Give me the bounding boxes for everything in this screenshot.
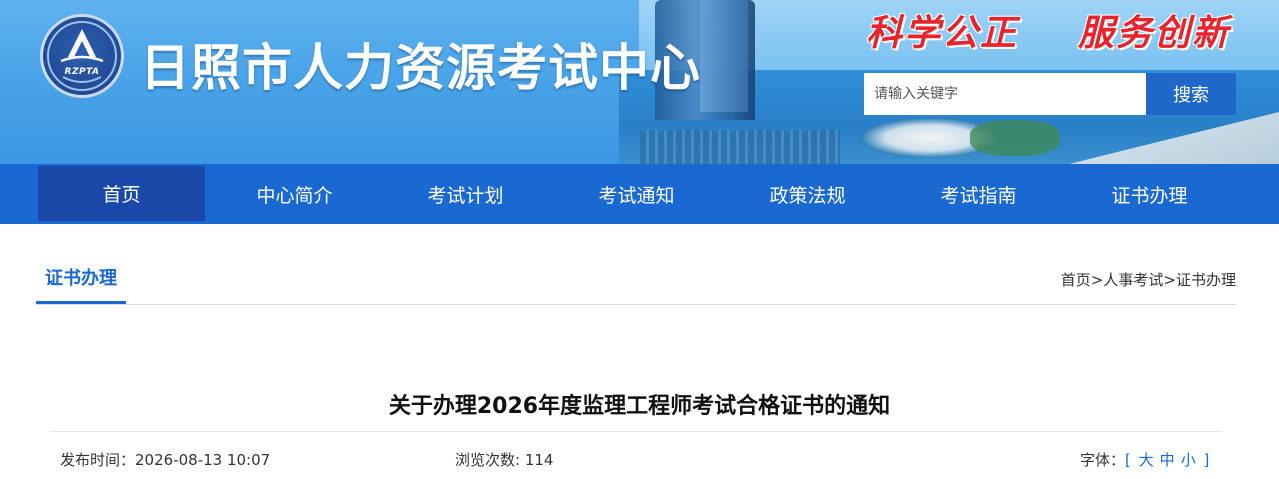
font-size-large[interactable]: 大	[1139, 451, 1154, 469]
main-nav: 首页 中心简介 考试计划 考试通知 政策法规 考试指南 证书办理	[0, 164, 1279, 224]
search-button[interactable]: 搜索	[1146, 73, 1236, 115]
header-banner: RZPTA 日照市人力资源考试中心 科学公正 服务创新 搜索	[0, 0, 1279, 164]
site-title[interactable]: 日照市人力资源考试中心	[140, 28, 701, 100]
publish-time: 发布时间：2026-08-13 10:07	[60, 449, 270, 470]
search-input[interactable]	[864, 73, 1146, 115]
publish-time-value: 2026-08-13 10:07	[135, 451, 271, 469]
breadcrumb: 首页>人事考试>证书办理	[1061, 269, 1236, 290]
bracket-close: ]	[1203, 451, 1210, 469]
search-box: 搜索	[864, 73, 1236, 115]
breadcrumb-separator: >	[1090, 271, 1104, 289]
divider	[50, 431, 1222, 432]
font-size-small[interactable]: 小	[1181, 451, 1196, 469]
breadcrumb-certificate[interactable]: 证书办理	[1176, 271, 1236, 289]
logo-emblem-icon	[47, 21, 117, 91]
bracket-open: [	[1125, 451, 1131, 469]
nav-item-certificate[interactable]: 证书办理	[1064, 164, 1235, 224]
nav-item-policy[interactable]: 政策法规	[722, 164, 893, 224]
banner-park-image	[970, 120, 1060, 156]
view-count-value: 114	[524, 451, 554, 469]
view-count: 浏览次数: 114	[455, 449, 553, 470]
nav-item-about[interactable]: 中心简介	[209, 164, 380, 224]
publish-time-label: 发布时间：	[60, 451, 136, 469]
section-header: 证书办理 首页>人事考试>证书办理	[36, 260, 1236, 305]
view-count-label: 浏览次数:	[455, 451, 525, 469]
nav-item-home[interactable]: 首页	[38, 166, 205, 221]
article-title: 关于办理2026年度监理工程师考试合格证书的通知	[388, 394, 891, 419]
nav-item-exam-plan[interactable]: 考试计划	[380, 164, 551, 224]
section-tab-certificate[interactable]: 证书办理	[36, 260, 126, 304]
nav-item-exam-guide[interactable]: 考试指南	[893, 164, 1064, 224]
slogan-left: 科学公正	[866, 12, 1019, 54]
breadcrumb-personnel-exam[interactable]: 人事考试	[1103, 271, 1163, 289]
font-size-medium[interactable]: 中	[1160, 451, 1175, 469]
breadcrumb-home[interactable]: 首页	[1061, 271, 1091, 289]
site-logo[interactable]: RZPTA	[40, 14, 124, 98]
logo-text: RZPTA	[64, 67, 100, 77]
slogan-right: 服务创新	[1078, 12, 1231, 54]
breadcrumb-separator: >	[1163, 271, 1176, 289]
nav-item-exam-notice[interactable]: 考试通知	[551, 164, 722, 224]
banner-marina-image	[640, 130, 840, 164]
font-size-switcher: 字体：[ 大中小 ]	[1080, 449, 1209, 470]
banner-tower-image	[700, 0, 748, 112]
font-size-label: 字体：	[1080, 451, 1126, 469]
